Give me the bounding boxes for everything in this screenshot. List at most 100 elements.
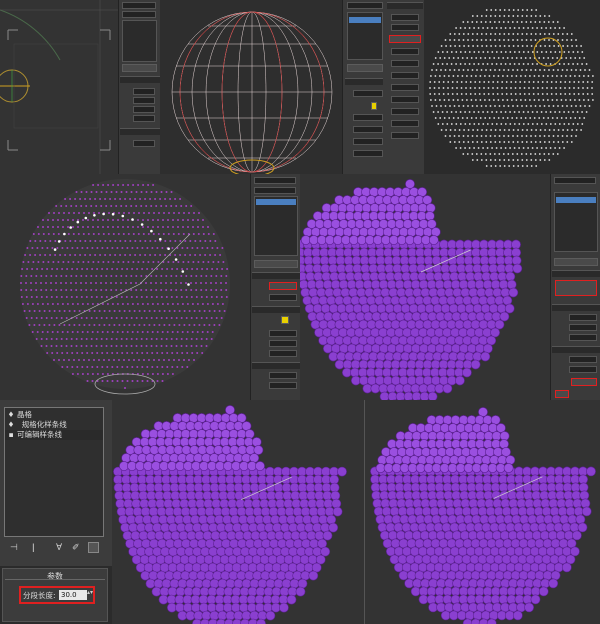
modifier-panel[interactable]: ♦ 晶格 ♦ 规格化样条线 ▪ 可编辑样条线 ⊣ ǀ ∀ ✐ 参数 分段长度: 30… <box>0 400 112 624</box>
viewport-basket-1[interactable] <box>300 174 550 400</box>
funnel-icon[interactable]: ∀ <box>56 543 62 553</box>
param-field[interactable] <box>391 72 419 79</box>
param-field[interactable] <box>269 382 297 389</box>
param-field[interactable] <box>133 88 155 95</box>
param-field[interactable] <box>391 96 419 103</box>
modifier-list[interactable] <box>254 187 296 194</box>
param-field[interactable] <box>353 138 383 145</box>
command-panel-1[interactable] <box>118 0 160 174</box>
pin-stack-icon[interactable]: ⊣ <box>10 543 18 553</box>
highlighted-field[interactable] <box>269 282 297 290</box>
stack-toolbar: ⊣ ǀ ∀ ✐ <box>4 542 108 556</box>
rollout-header[interactable] <box>552 270 600 277</box>
param-field[interactable] <box>391 24 419 31</box>
modifier-stack[interactable] <box>554 192 598 252</box>
rollout-header[interactable] <box>552 346 600 353</box>
edit-icon[interactable]: ✐ <box>72 543 80 553</box>
name-field[interactable] <box>122 2 156 9</box>
name-field[interactable] <box>347 2 383 9</box>
rollout-header[interactable] <box>252 362 300 369</box>
viewport-purple-dot-sphere[interactable] <box>0 174 250 400</box>
viewport-top-left-canvas <box>0 0 118 174</box>
segment-length-highlight: 分段长度: 30.0 ▴▾ <box>19 586 95 604</box>
rollout-header[interactable] <box>252 306 300 313</box>
param-field[interactable] <box>269 340 297 347</box>
param-field[interactable] <box>391 60 419 67</box>
rollout-header[interactable] <box>552 304 600 311</box>
param-field[interactable] <box>269 294 297 301</box>
stack-toolbar[interactable] <box>554 258 598 266</box>
param-field[interactable] <box>569 334 597 341</box>
param-field[interactable] <box>569 324 597 331</box>
stack-item-normalize-spline[interactable]: ♦ 规格化样条线 <box>5 420 103 430</box>
param-field[interactable] <box>391 84 419 91</box>
stack-toolbar[interactable] <box>122 64 157 72</box>
param-field[interactable] <box>391 108 419 115</box>
name-field[interactable] <box>554 177 596 184</box>
viewport-wire-sphere[interactable] <box>160 0 342 174</box>
purple-basket-render-3 <box>370 407 596 624</box>
segment-length-input[interactable]: 30.0 <box>59 590 87 600</box>
param-field[interactable] <box>353 114 383 121</box>
color-swatch[interactable] <box>281 316 289 324</box>
show-result-icon[interactable]: ǀ <box>32 543 35 553</box>
command-panel-3[interactable] <box>250 174 300 400</box>
param-field[interactable] <box>353 150 383 157</box>
purple-basket-render <box>300 179 523 400</box>
highlighted-option[interactable] <box>555 280 597 296</box>
stack-item-editable-spline[interactable]: ▪ 可编辑样条线 <box>5 430 103 440</box>
param-field[interactable] <box>353 90 383 97</box>
highlighted-field[interactable] <box>571 378 597 386</box>
spinner-icon[interactable]: ▴▾ <box>87 590 93 600</box>
param-field[interactable] <box>269 350 297 357</box>
param-field[interactable] <box>569 366 597 373</box>
command-panel-4[interactable] <box>550 174 600 400</box>
param-field[interactable] <box>391 120 419 127</box>
light-bulb-icon: ♦ <box>7 420 15 429</box>
viewport-basket-2[interactable] <box>112 400 364 624</box>
highlighted-checkbox[interactable] <box>555 390 569 398</box>
rollout-header[interactable] <box>120 76 160 83</box>
stack-toolbar[interactable] <box>254 260 298 268</box>
param-field[interactable] <box>133 97 155 104</box>
stack-toolbar[interactable] <box>347 64 383 72</box>
param-field[interactable] <box>353 126 383 133</box>
param-field[interactable] <box>133 106 155 113</box>
purple-dot-sphere <box>20 179 230 395</box>
pin-icon: ♦ <box>7 410 15 419</box>
param-field[interactable] <box>569 314 597 321</box>
param-field[interactable] <box>133 115 155 122</box>
viewport-top-left[interactable] <box>0 0 118 174</box>
modifier-stack-list[interactable]: ♦ 晶格 ♦ 规格化样条线 ▪ 可编辑样条线 <box>4 407 104 537</box>
dot-sphere <box>429 9 594 167</box>
viewport-dot-sphere[interactable] <box>424 0 600 174</box>
modifier-list[interactable] <box>122 11 156 18</box>
param-field[interactable] <box>269 330 297 337</box>
parameters-rollout: 参数 分段长度: 30.0 ▴▾ <box>2 568 108 622</box>
viewport-basket-3[interactable] <box>364 400 600 624</box>
command-panel-2[interactable] <box>342 0 424 174</box>
wireframe-sphere <box>171 11 333 174</box>
color-swatch[interactable] <box>371 102 377 110</box>
param-field[interactable] <box>569 356 597 363</box>
segment-length-label: 分段长度: <box>23 591 56 600</box>
box-icon: ▪ <box>8 430 14 439</box>
rollout-title[interactable]: 参数 <box>3 571 107 582</box>
config-icon[interactable] <box>88 542 99 553</box>
name-field[interactable] <box>254 177 296 184</box>
rollout-header[interactable] <box>387 2 423 9</box>
modifier-stack[interactable] <box>254 196 298 256</box>
modifier-stack[interactable] <box>347 12 383 60</box>
rollout-header[interactable] <box>345 78 383 85</box>
param-field[interactable] <box>269 372 297 379</box>
purple-basket-render-2 <box>113 405 347 624</box>
param-field[interactable] <box>391 48 419 55</box>
rollout-header[interactable] <box>120 128 160 135</box>
rollout-header[interactable] <box>252 272 300 279</box>
param-field[interactable] <box>391 14 419 21</box>
stack-item-lattice[interactable]: ♦ 晶格 <box>5 410 103 420</box>
highlighted-option[interactable] <box>389 35 421 43</box>
modifier-stack[interactable] <box>122 20 157 62</box>
param-field[interactable] <box>133 140 155 147</box>
param-field[interactable] <box>391 132 419 139</box>
